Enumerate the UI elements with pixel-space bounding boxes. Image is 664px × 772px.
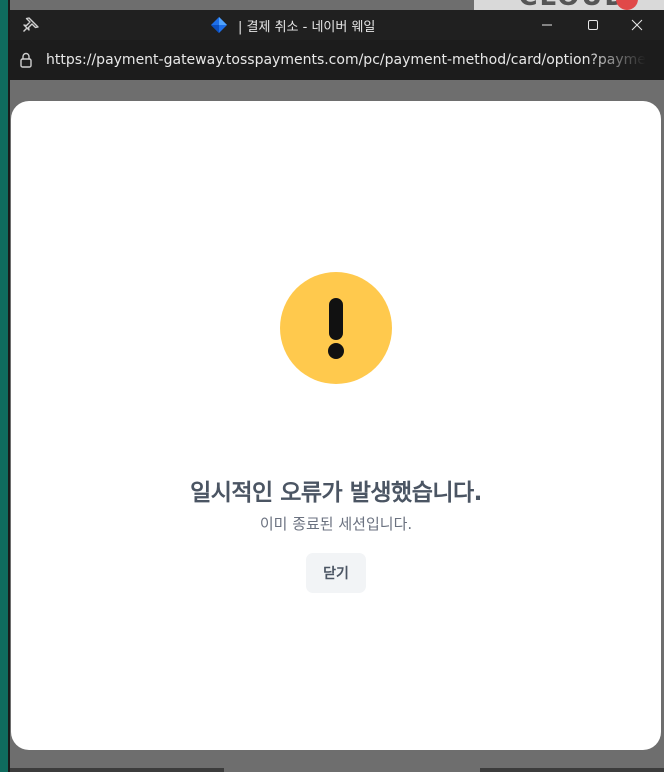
- background-segment: [10, 768, 224, 772]
- close-window-button[interactable]: [614, 10, 660, 40]
- warning-icon: [280, 272, 392, 384]
- desktop-edge-dark: [8, 0, 10, 772]
- lock-icon[interactable]: [19, 52, 33, 68]
- pin-icon[interactable]: [22, 16, 40, 34]
- url-text[interactable]: https://payment-gateway.tosspayments.com…: [46, 40, 646, 80]
- desktop-edge: [0, 0, 8, 772]
- background-window-peek: CLOUD: [474, 0, 664, 10]
- background-bottom: [10, 750, 664, 772]
- error-title: 일시적인 오류가 발생했습니다.: [190, 480, 482, 506]
- whale-browser-icon: [210, 16, 228, 34]
- maximize-icon: [588, 20, 598, 30]
- background-segment: [480, 768, 664, 772]
- window-titlebar: | 결제 취소 - 네이버 웨일: [10, 10, 664, 40]
- error-dialog: 일시적인 오류가 발생했습니다. 이미 종료된 세션입니다. 닫기: [11, 101, 661, 750]
- window-title-area: | 결제 취소 - 네이버 웨일: [210, 10, 375, 40]
- address-bar: https://payment-gateway.tosspayments.com…: [10, 40, 664, 80]
- minimize-icon: [542, 24, 552, 26]
- error-message: 이미 종료된 세션입니다.: [259, 515, 413, 533]
- close-icon: [631, 19, 643, 31]
- background-text: CLOUD: [518, 0, 628, 10]
- minimize-button[interactable]: [524, 10, 570, 40]
- close-button[interactable]: 닫기: [306, 553, 366, 593]
- maximize-button[interactable]: [570, 10, 616, 40]
- window-title: | 결제 취소 - 네이버 웨일: [238, 19, 376, 35]
